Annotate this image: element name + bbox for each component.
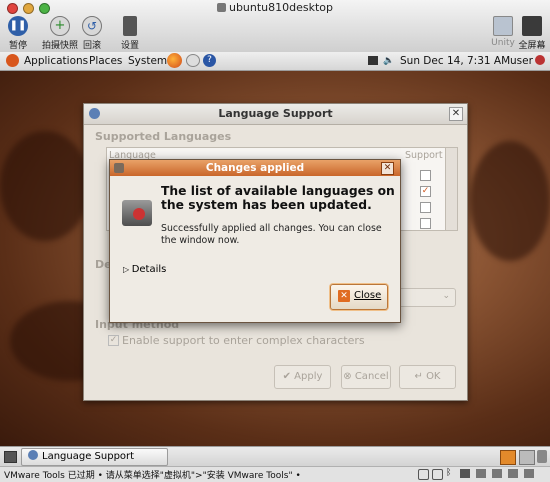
- taskbar-item-label: Language Support: [42, 451, 135, 462]
- package-manager-icon: [122, 200, 152, 226]
- disk-icon[interactable]: [476, 469, 486, 478]
- settings-icon: [123, 16, 137, 36]
- apply-button[interactable]: ✔ Apply: [274, 365, 331, 389]
- mail-icon[interactable]: [186, 54, 200, 67]
- ok-button[interactable]: ↵ OK: [399, 365, 456, 389]
- menu-places[interactable]: Places: [89, 55, 122, 67]
- firefox-icon[interactable]: [167, 53, 182, 68]
- window-close-button[interactable]: ✕: [449, 107, 463, 121]
- supported-languages-heading: Supported Languages: [95, 130, 232, 143]
- settings-label: 设置: [120, 41, 139, 51]
- power-icon[interactable]: [535, 55, 545, 65]
- support-checkbox[interactable]: [420, 218, 431, 229]
- trash-icon[interactable]: [537, 450, 547, 463]
- revert-button[interactable]: ↺ 回滚: [72, 16, 112, 51]
- language-support-title: Language Support: [218, 107, 333, 120]
- close-label: Close: [354, 290, 382, 301]
- dialog-heading: The list of available languages on the s…: [161, 184, 395, 212]
- window-icon: [89, 108, 100, 119]
- vmware-tools-message[interactable]: VMware Tools 已过期 • 请从菜单选择"虚拟机">"安装 VMwar…: [4, 468, 301, 481]
- language-list-scrollbar[interactable]: [445, 148, 457, 230]
- complex-input-checkbox[interactable]: ✓: [108, 335, 119, 346]
- wallpaper-stain: [470, 141, 550, 261]
- revert-icon: ↺: [82, 16, 102, 36]
- details-expander[interactable]: ▷ Details: [123, 264, 166, 275]
- dialog-close-button[interactable]: ✕: [381, 162, 394, 175]
- vmware-status-bar: VMware Tools 已过期 • 请从菜单选择"虚拟机">"安装 VMwar…: [0, 466, 550, 482]
- usb-icon[interactable]: [508, 469, 518, 478]
- network-adapter-icon[interactable]: [460, 469, 470, 478]
- workspace-switcher-icon[interactable]: [500, 450, 516, 465]
- expander-triangle-icon: ▷: [123, 265, 132, 274]
- apply-label: Apply: [294, 371, 323, 382]
- dialog-app-icon: [114, 163, 124, 173]
- globe-icon: [28, 450, 38, 460]
- help-icon[interactable]: ?: [203, 54, 216, 67]
- bluetooth-icon[interactable]: ᛒ: [446, 468, 451, 478]
- workspace-icon[interactable]: [519, 450, 535, 465]
- cancel-label: Cancel: [354, 371, 389, 382]
- clock[interactable]: Sun Dec 14, 7:31 AM: [400, 55, 510, 67]
- device-icon[interactable]: [418, 469, 429, 480]
- taskbar-item-language-support[interactable]: Language Support: [21, 448, 168, 466]
- close-button[interactable]: ✕ Close: [330, 284, 388, 310]
- sound-icon[interactable]: [524, 469, 534, 478]
- menu-applications[interactable]: Applications: [24, 55, 88, 67]
- show-desktop-icon[interactable]: [4, 451, 17, 463]
- close-icon: ✕: [338, 290, 350, 302]
- dialog-title: Changes applied: [205, 162, 305, 174]
- check-icon: ✔: [282, 371, 295, 382]
- complex-input-label: Enable support to enter complex characte…: [122, 334, 365, 347]
- fullscreen-label: 全屏幕: [518, 41, 546, 51]
- settings-button[interactable]: 设置: [110, 16, 150, 51]
- support-checkbox[interactable]: [420, 202, 431, 213]
- window-title: ubuntu810desktop: [0, 1, 550, 14]
- cancel-icon: ⊗: [343, 371, 355, 382]
- wallpaper-stain: [0, 131, 90, 241]
- fullscreen-icon: [522, 16, 542, 36]
- dialog-message: Successfully applied all changes. You ca…: [161, 223, 382, 246]
- changes-applied-dialog: Changes applied ✕ The list of available …: [109, 159, 401, 323]
- gnome-top-panel: Applications Places System ? 🔈 Sun Dec 1…: [0, 52, 550, 71]
- dialog-titlebar[interactable]: Changes applied ✕: [110, 160, 400, 176]
- revert-label: 回滚: [82, 41, 101, 51]
- snapshot-icon: +: [50, 16, 70, 36]
- volume-icon[interactable]: 🔈: [383, 56, 394, 66]
- pause-label: 暂停: [8, 41, 27, 51]
- fullscreen-button[interactable]: 全屏幕: [512, 16, 550, 51]
- ok-icon: ↵: [414, 371, 427, 382]
- network-icon[interactable]: [368, 56, 378, 65]
- vmware-toolbar: ubuntu810desktop ❚❚ 暂停 + 拍摄快照 ↺ 回滚 设置 Un…: [0, 0, 550, 53]
- support-checkbox[interactable]: [420, 170, 431, 181]
- pause-icon: ❚❚: [8, 16, 28, 36]
- vm-icon: [216, 3, 226, 12]
- chevron-down-icon: ⌄: [442, 291, 450, 301]
- support-checkbox-checked[interactable]: ✓: [420, 186, 431, 197]
- cancel-button[interactable]: ⊗ Cancel: [341, 365, 391, 389]
- device-icon[interactable]: [432, 469, 443, 480]
- ok-label: OK: [426, 371, 441, 382]
- column-support[interactable]: Support: [405, 150, 443, 161]
- bottom-panel: Language Support: [0, 446, 550, 467]
- cd-icon[interactable]: [492, 469, 502, 478]
- language-support-titlebar[interactable]: Language Support ✕: [84, 104, 467, 125]
- pause-button[interactable]: ❚❚ 暂停: [0, 16, 38, 51]
- details-label: Details: [131, 264, 167, 275]
- unity-icon: [493, 16, 513, 36]
- user-menu[interactable]: user: [510, 55, 533, 67]
- menu-system[interactable]: System: [128, 55, 167, 67]
- package-manager-icon-badge: [133, 208, 145, 220]
- ubuntu-logo-icon: [6, 54, 19, 67]
